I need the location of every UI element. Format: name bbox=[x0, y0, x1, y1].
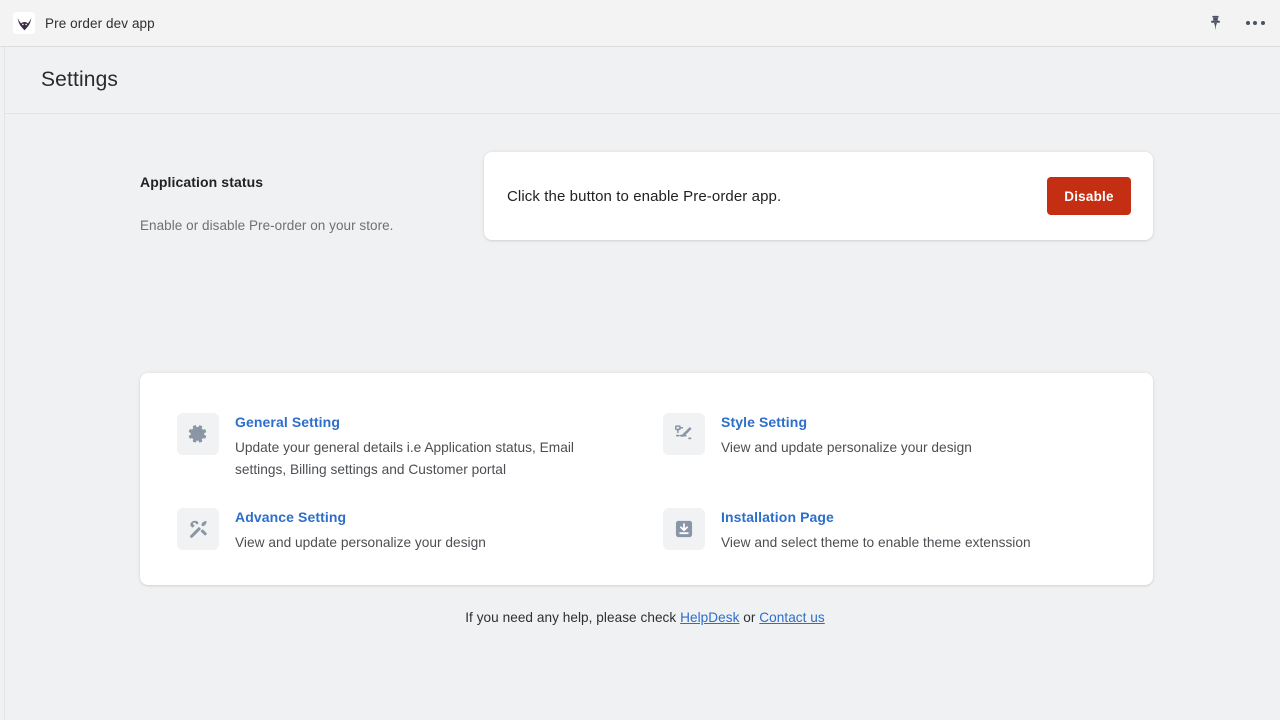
settings-link-description: Update your general details i.e Applicat… bbox=[235, 440, 574, 477]
style-pen-icon bbox=[663, 413, 705, 455]
more-dots bbox=[1245, 21, 1265, 25]
page-body: Settings Application status Enable or di… bbox=[4, 47, 1280, 720]
help-text-before: If you need any help, please check bbox=[465, 610, 681, 625]
settings-link-text: Advance Setting View and update personal… bbox=[235, 507, 486, 554]
tools-icon bbox=[177, 508, 219, 550]
dot bbox=[1253, 21, 1257, 25]
page-title: Settings bbox=[41, 68, 119, 91]
topbar-right-group bbox=[1204, 12, 1266, 34]
application-status-section: Application status Enable or disable Pre… bbox=[140, 152, 1153, 240]
disable-button[interactable]: Disable bbox=[1047, 177, 1131, 215]
gear-icon bbox=[177, 413, 219, 455]
page-header: Settings bbox=[5, 47, 1280, 114]
settings-link-style[interactable]: Style Setting View and update personaliz… bbox=[625, 412, 1153, 507]
settings-link-text: General Setting Update your general deta… bbox=[235, 412, 617, 480]
dot bbox=[1260, 21, 1265, 25]
application-status-card: Click the button to enable Pre-order app… bbox=[484, 152, 1153, 240]
browser-topbar: Pre order dev app bbox=[0, 0, 1280, 47]
help-footer: If you need any help, please check HelpD… bbox=[5, 610, 1280, 625]
contact-us-link[interactable]: Contact us bbox=[759, 610, 824, 625]
application-status-description: Application status Enable or disable Pre… bbox=[140, 152, 484, 236]
settings-link-description: View and update personalize your design bbox=[721, 440, 972, 455]
settings-link-title[interactable]: General Setting bbox=[235, 414, 340, 430]
settings-link-description: View and select theme to enable theme ex… bbox=[721, 535, 1031, 550]
settings-link-general[interactable]: General Setting Update your general deta… bbox=[140, 412, 625, 507]
application-status-message: Click the button to enable Pre-order app… bbox=[507, 187, 782, 205]
dot bbox=[1245, 21, 1250, 25]
helpdesk-link[interactable]: HelpDesk bbox=[680, 610, 739, 625]
settings-link-advance[interactable]: Advance Setting View and update personal… bbox=[140, 507, 625, 602]
settings-link-text: Installation Page View and select theme … bbox=[721, 507, 1031, 554]
more-horizontal-icon[interactable] bbox=[1244, 12, 1266, 34]
page-content: Application status Enable or disable Pre… bbox=[5, 114, 1280, 720]
settings-link-text: Style Setting View and update personaliz… bbox=[721, 412, 972, 459]
settings-link-title[interactable]: Advance Setting bbox=[235, 509, 346, 525]
install-download-icon bbox=[663, 508, 705, 550]
pin-icon[interactable] bbox=[1204, 12, 1226, 34]
application-status-heading: Application status bbox=[140, 174, 264, 190]
topbar-left-group: Pre order dev app bbox=[13, 12, 1204, 34]
settings-link-title[interactable]: Style Setting bbox=[721, 414, 807, 430]
settings-link-title[interactable]: Installation Page bbox=[721, 509, 834, 525]
help-text-between: or bbox=[739, 610, 760, 625]
settings-link-description: View and update personalize your design bbox=[235, 535, 486, 550]
bat-app-logo-icon bbox=[13, 12, 35, 34]
app-root: Pre order dev app Settings Application s… bbox=[0, 0, 1280, 720]
application-status-subtext: Enable or disable Pre-order on your stor… bbox=[140, 218, 394, 233]
settings-link-installation[interactable]: Installation Page View and select theme … bbox=[625, 507, 1153, 602]
app-title: Pre order dev app bbox=[45, 15, 155, 31]
settings-links-card: General Setting Update your general deta… bbox=[140, 373, 1153, 585]
